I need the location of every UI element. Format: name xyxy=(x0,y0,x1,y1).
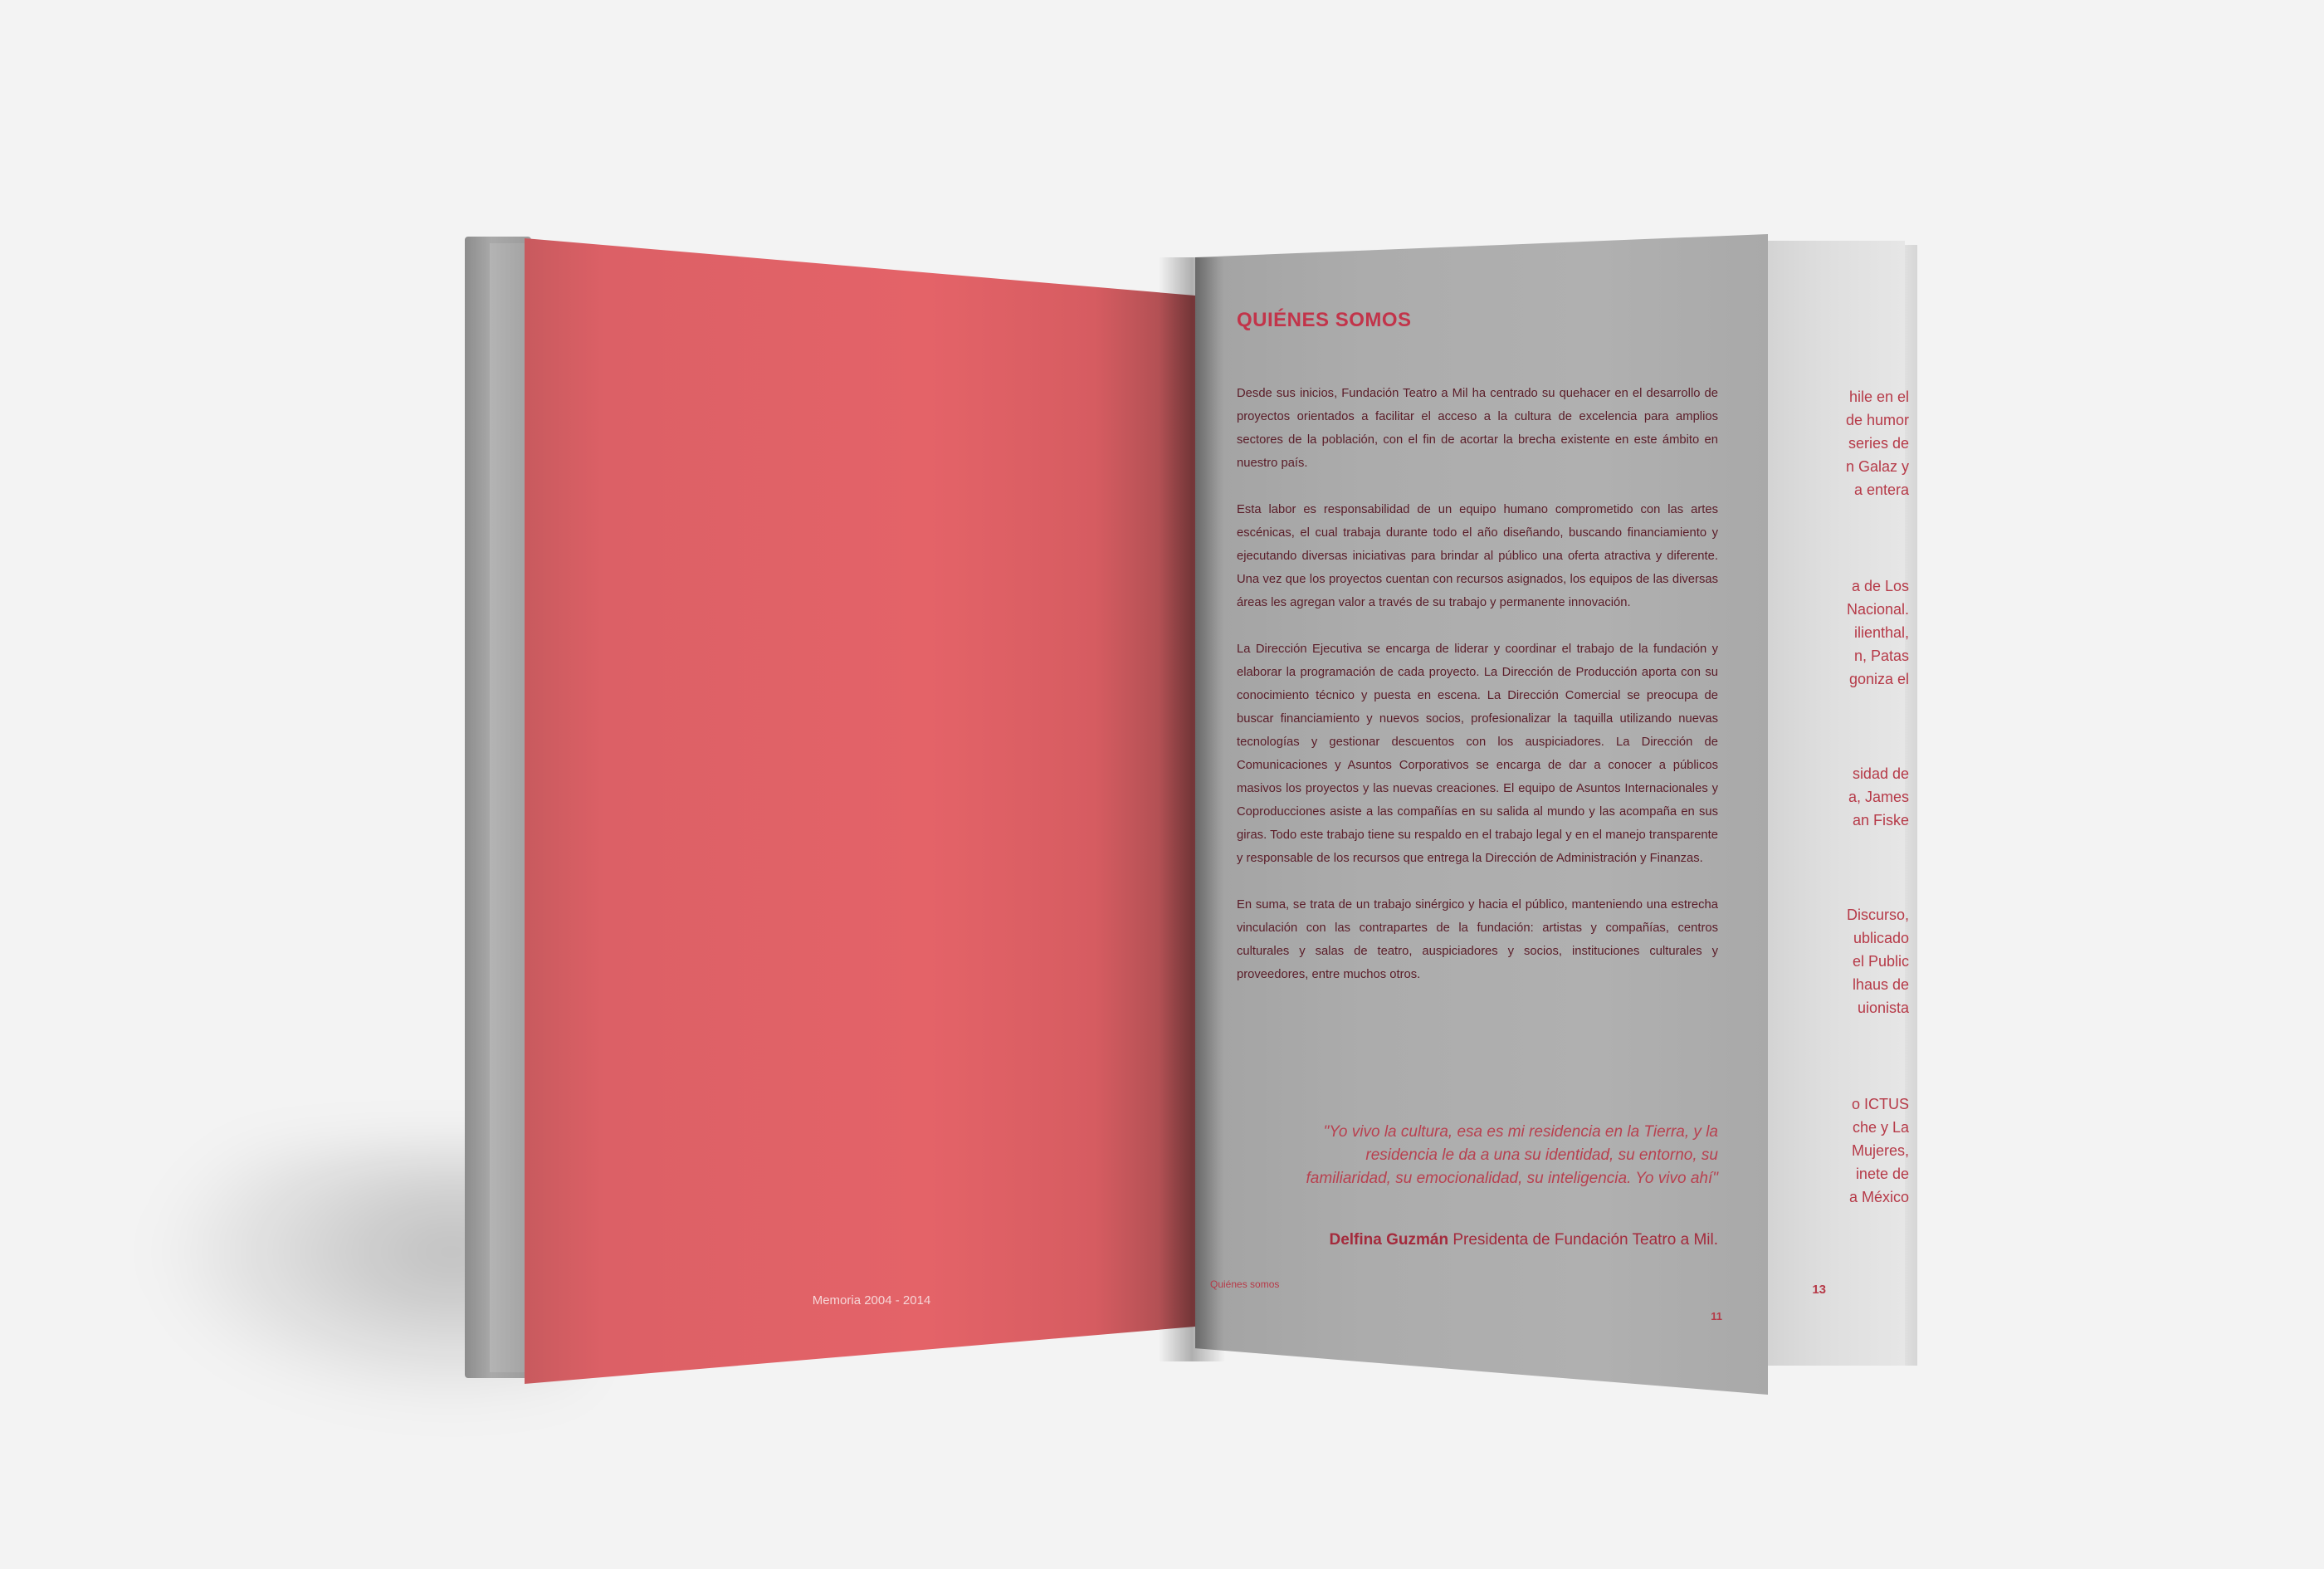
quote-attribution: Delfina Guzmán Presidenta de Fundación T… xyxy=(1278,1229,1718,1252)
behind-line: a de Los xyxy=(1851,578,1909,594)
behind-text-block-5: o ICTUS che y La Mujeres, inete de a Méx… xyxy=(1760,1092,1909,1209)
behind-line: a entera xyxy=(1853,481,1909,498)
behind-line: a México xyxy=(1848,1189,1909,1205)
behind-page-number: 13 xyxy=(1812,1283,1826,1297)
behind-text-block-1: hile en el de humor series de n Galaz y … xyxy=(1760,385,1909,501)
behind-text-block-2: a de Los Nacional. ilienthal, n, Patas g… xyxy=(1760,574,1909,691)
paragraph: Esta labor es responsabilidad de un equi… xyxy=(1237,503,1718,609)
behind-line: uionista xyxy=(1857,1000,1909,1016)
paragraph: Desde sus inicios, Fundación Teatro a Mi… xyxy=(1237,387,1718,470)
paragraph: La Dirección Ejecutiva se encarga de lid… xyxy=(1237,643,1718,865)
behind-line: sidad de xyxy=(1852,765,1909,782)
behind-line: lhaus de xyxy=(1852,976,1909,993)
behind-line: Discurso, xyxy=(1846,907,1909,923)
behind-line: Nacional. xyxy=(1846,601,1909,618)
behind-line: hile en el xyxy=(1848,389,1909,405)
left-page xyxy=(525,238,1195,1384)
behind-line: el Public xyxy=(1852,953,1909,970)
paragraph: En suma, se trata de un trabajo sinérgic… xyxy=(1237,898,1718,981)
behind-line: Mujeres, xyxy=(1851,1142,1909,1159)
behind-line: n, Patas xyxy=(1853,648,1909,664)
quote-author: Delfina Guzmán xyxy=(1329,1231,1449,1249)
behind-line: che y La xyxy=(1852,1119,1909,1136)
quote-author-role: Presidenta de Fundación Teatro a Mil. xyxy=(1448,1231,1718,1249)
behind-line: n Galaz y xyxy=(1845,458,1909,475)
right-page-number: 11 xyxy=(1711,1310,1722,1322)
behind-line: series de xyxy=(1848,435,1909,452)
behind-text-block-4: Discurso, ublicado el Public lhaus de ui… xyxy=(1760,903,1909,1019)
pull-quote: "Yo vivo la cultura, esa es mi residenci… xyxy=(1306,1123,1718,1187)
page-title: QUIÉNES SOMOS xyxy=(1237,309,1412,331)
behind-line: ilienthal, xyxy=(1853,624,1909,641)
behind-line: de humor xyxy=(1845,412,1909,428)
book-mockup-scene: hile en el de humor series de n Galaz y … xyxy=(0,0,2324,1569)
behind-line: a, James xyxy=(1848,789,1909,805)
right-page-content: QUIÉNES SOMOS Desde sus inicios, Fundaci… xyxy=(1237,299,1718,1009)
left-page-footer: Memoria 2004 - 2014 xyxy=(812,1293,931,1308)
behind-line: inete de xyxy=(1855,1166,1909,1182)
behind-line: an Fiske xyxy=(1852,812,1909,828)
behind-text-block-3: sidad de a, James an Fiske xyxy=(1760,762,1909,832)
behind-line: o ICTUS xyxy=(1851,1096,1909,1112)
behind-line: goniza el xyxy=(1848,671,1909,687)
behind-line: ublicado xyxy=(1853,930,1909,946)
book-gutter-shadow xyxy=(1159,257,1225,1361)
right-page-footer-label: Quiénes somos xyxy=(1210,1278,1280,1290)
